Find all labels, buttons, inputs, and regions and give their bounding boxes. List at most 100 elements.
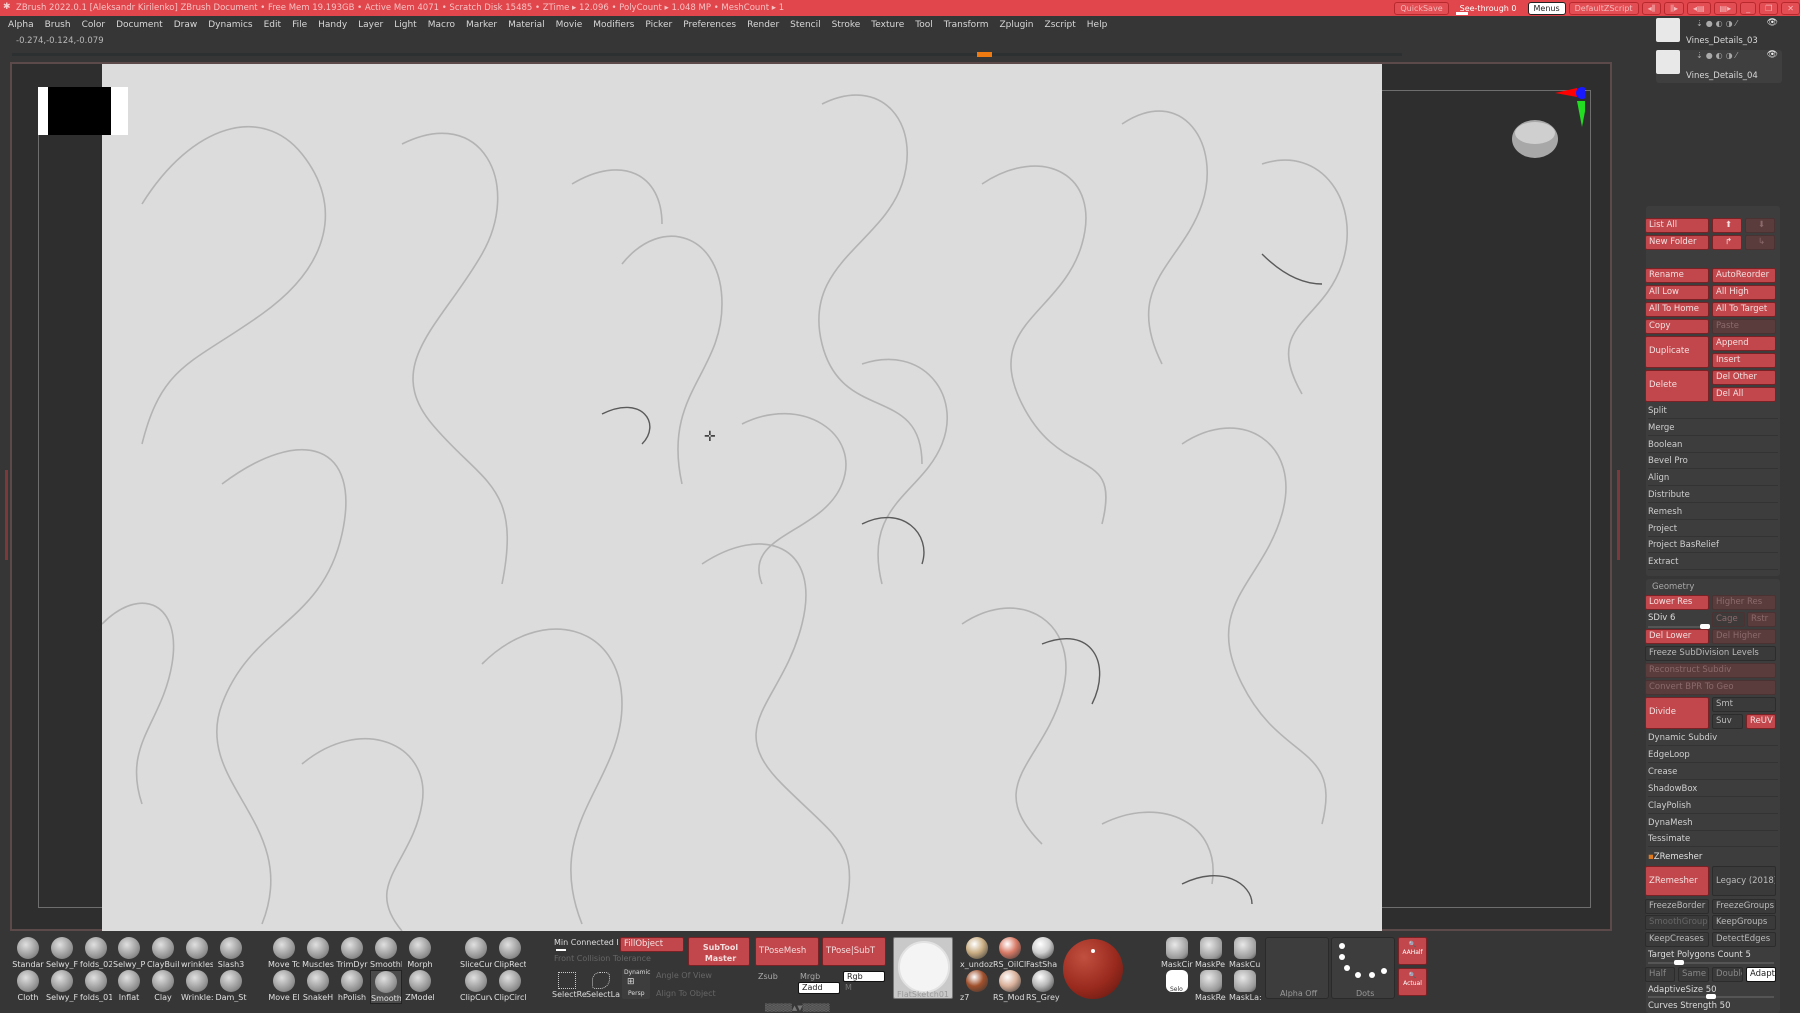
minimize-icon[interactable]: _: [1740, 1, 1757, 15]
brush-trimdyr[interactable]: TrimDyr: [336, 937, 368, 969]
material-rs-grey[interactable]: [1032, 970, 1054, 992]
same-button[interactable]: Same: [1678, 967, 1709, 982]
menu-movie[interactable]: Movie: [556, 20, 583, 30]
brush-snakeh[interactable]: SnakeH: [302, 970, 334, 1002]
all-to-target-button[interactable]: All To Target: [1712, 302, 1776, 317]
move-down-icon[interactable]: ⬇: [1745, 218, 1775, 233]
document-canvas[interactable]: [102, 64, 1382, 931]
menu-stroke[interactable]: Stroke: [832, 20, 861, 30]
keep-groups-toggle[interactable]: KeepGroups: [1712, 915, 1776, 930]
del-lower-button[interactable]: Del Lower: [1645, 629, 1709, 644]
menu-stencil[interactable]: Stencil: [790, 20, 820, 30]
geometry-tessimate[interactable]: Tessimate: [1648, 832, 1778, 848]
tpose-subt-button[interactable]: TPose|SubT: [822, 937, 886, 966]
brush-selwy-f[interactable]: Selwy_F: [46, 970, 78, 1002]
shelf-resize-handle[interactable]: ▒▒▒▒▒▲▼▒▒▒▒▒: [765, 1004, 830, 1012]
slider-knob[interactable]: [1706, 994, 1716, 999]
suv-toggle[interactable]: Suv: [1712, 714, 1743, 729]
tpose-mesh-button[interactable]: TPoseMesh: [755, 937, 819, 966]
subtool-action-remesh[interactable]: Remesh: [1648, 505, 1778, 520]
all-to-home-button[interactable]: All To Home: [1645, 302, 1709, 317]
rstr-button[interactable]: Rstr: [1747, 612, 1776, 627]
menus-button[interactable]: Menus: [1527, 1, 1566, 15]
navigation-thumbnail[interactable]: [38, 87, 128, 135]
del-all-button[interactable]: Del All: [1712, 387, 1776, 402]
brush-muscles[interactable]: Muscles: [302, 937, 334, 969]
brush-morph[interactable]: Morph: [404, 937, 436, 969]
ui-next-icon[interactable]: ▤▸: [1713, 1, 1738, 15]
folder-out-icon[interactable]: ↳: [1745, 235, 1775, 250]
min-connected-slider[interactable]: Min Connected I: [554, 938, 619, 947]
move-up-icon[interactable]: ⬆: [1712, 218, 1742, 233]
front-collision-slider[interactable]: Front Collision Tolerance: [554, 954, 651, 963]
angle-of-view-slider[interactable]: Angle Of View: [656, 971, 712, 980]
menu-dynamics[interactable]: Dynamics: [208, 20, 252, 30]
menu-handy[interactable]: Handy: [318, 20, 347, 30]
material-z7[interactable]: [966, 970, 988, 992]
alpha-selector[interactable]: Alpha Off: [1265, 937, 1329, 999]
menu-transform[interactable]: Transform: [944, 20, 989, 30]
folder-in-icon[interactable]: ↱: [1712, 235, 1742, 250]
divide-button[interactable]: Divide: [1645, 697, 1709, 729]
align-to-object-toggle[interactable]: Align To Object: [656, 989, 716, 998]
slider-knob[interactable]: [1674, 960, 1684, 965]
higher-res-button[interactable]: Higher Res: [1712, 595, 1776, 610]
mask-brush-maskcir[interactable]: [1166, 937, 1188, 959]
mask-brush-maskcu[interactable]: [1234, 937, 1256, 959]
insert-button[interactable]: Insert: [1712, 353, 1776, 368]
material-rs-oilcl[interactable]: [999, 937, 1021, 959]
legacy-button[interactable]: Legacy (2018): [1712, 866, 1776, 896]
brush-inflat[interactable]: Inflat: [113, 970, 145, 1002]
brush-zmodel[interactable]: ZModel: [404, 970, 436, 1002]
menu-file[interactable]: File: [292, 20, 307, 30]
brush-selwy-f[interactable]: Selwy_F: [46, 937, 78, 969]
see-through-slider[interactable]: See-through 0: [1452, 4, 1525, 15]
menu-tool[interactable]: Tool: [915, 20, 932, 30]
half-button[interactable]: Half: [1645, 967, 1675, 982]
brush-wrinkles[interactable]: wrinkles: [181, 937, 213, 969]
ui-prev-icon[interactable]: ◂▤: [1686, 1, 1711, 15]
convert-bpr-button[interactable]: Convert BPR To Geo: [1645, 680, 1776, 695]
subtool-action-merge[interactable]: Merge: [1648, 421, 1778, 436]
subtool-action-bevel-pro[interactable]: Bevel Pro: [1648, 454, 1778, 470]
menu-zscript[interactable]: Zscript: [1045, 20, 1076, 30]
subtool-action-boolean[interactable]: Boolean: [1648, 438, 1778, 453]
subtool-toggles-icon[interactable]: ⇣●◐◑⁄: [1696, 51, 1740, 60]
min-connected-knob[interactable]: [556, 949, 566, 951]
mask-brush-maskre[interactable]: [1200, 970, 1222, 992]
subtool-master-button[interactable]: SubTool Master: [688, 937, 750, 966]
rename-button[interactable]: Rename: [1645, 268, 1709, 283]
orientation-gizmo[interactable]: [1505, 85, 1585, 165]
menu-alpha[interactable]: Alpha: [8, 20, 34, 30]
current-material-swatch[interactable]: FlatSketch01: [893, 937, 953, 999]
select-rect-button[interactable]: SelectRe: [552, 990, 587, 999]
subtool-action-split[interactable]: Split: [1648, 404, 1778, 419]
all-high-button[interactable]: All High: [1712, 285, 1776, 300]
brush-smoothl[interactable]: Smoothl: [370, 937, 402, 969]
double-button[interactable]: Double: [1712, 967, 1743, 982]
del-higher-button[interactable]: Del Higher: [1712, 629, 1776, 644]
mrgb-button[interactable]: Mrgb: [800, 972, 820, 981]
menu-light[interactable]: Light: [394, 20, 416, 30]
rgb-button[interactable]: Rgb: [843, 971, 885, 982]
freeze-subdiv-button[interactable]: Freeze SubDivision Levels: [1645, 646, 1776, 661]
duplicate-button[interactable]: Duplicate: [1645, 336, 1709, 368]
m-button[interactable]: M: [845, 983, 852, 992]
mask-brush-maskpe[interactable]: [1200, 937, 1222, 959]
smt-toggle[interactable]: Smt: [1712, 697, 1776, 712]
subtool-action-align[interactable]: Align: [1648, 471, 1778, 487]
zsub-button[interactable]: Zsub: [758, 972, 778, 981]
brush-selwy-p[interactable]: Selwy_P: [113, 937, 145, 969]
zadd-button[interactable]: Zadd: [798, 982, 840, 994]
keep-creases-toggle[interactable]: KeepCreases: [1645, 932, 1709, 947]
menu-brush[interactable]: Brush: [45, 20, 71, 30]
target-polygons-slider[interactable]: [1648, 960, 1774, 965]
subtool-action-distribute[interactable]: Distribute: [1648, 488, 1778, 503]
menu-macro[interactable]: Macro: [428, 20, 455, 30]
geometry-dynamesh[interactable]: DynaMesh: [1648, 816, 1778, 831]
menu-material[interactable]: Material: [508, 20, 545, 30]
subtool-item-selected[interactable]: ⇣●◐◑⁄ 👁 Vines_Details_04: [1656, 50, 1782, 83]
brush-move-tc[interactable]: Move Tc: [268, 937, 300, 969]
menu-color[interactable]: Color: [82, 20, 106, 30]
brush-slicecur[interactable]: SliceCur: [460, 937, 492, 969]
